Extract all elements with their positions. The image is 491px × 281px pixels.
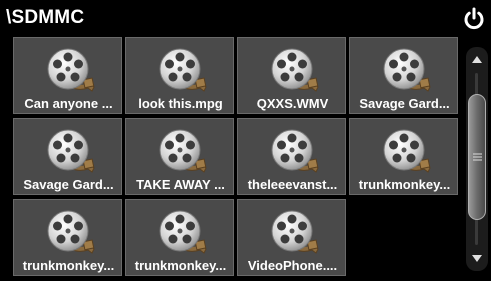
file-tile[interactable]: Savage Gard... xyxy=(349,37,458,114)
film-reel-icon xyxy=(44,127,96,175)
arrow-up-icon xyxy=(472,56,482,63)
file-name-label: QXXS.WMV xyxy=(256,96,329,111)
folder-path-title: \SDMMC xyxy=(6,7,85,28)
scroll-up-button[interactable] xyxy=(466,49,488,71)
scroll-thumb[interactable] xyxy=(468,93,486,220)
file-name-label: TAKE AWAY ... xyxy=(136,177,225,192)
file-browser-screen: \SDMMC Can anyone ... look this.mpg QXXS… xyxy=(0,0,491,281)
file-name-label: Can anyone ... xyxy=(24,96,113,111)
file-tile[interactable]: theleeevanst... xyxy=(237,118,346,195)
file-name-label: theleeevanst... xyxy=(247,177,338,192)
power-icon xyxy=(464,7,484,30)
file-tile[interactable]: trunkmonkey... xyxy=(13,199,122,276)
file-tile[interactable]: VideoPhone.... xyxy=(237,199,346,276)
film-reel-icon xyxy=(380,127,432,175)
film-reel-icon xyxy=(268,46,320,94)
vertical-scrollbar[interactable] xyxy=(466,47,488,271)
file-name-label: trunkmonkey... xyxy=(22,258,115,273)
arrow-down-icon xyxy=(472,255,482,262)
file-name-label: VideoPhone.... xyxy=(247,258,338,273)
grip-icon xyxy=(473,153,482,161)
power-button[interactable] xyxy=(461,6,487,32)
file-tile[interactable]: QXXS.WMV xyxy=(237,37,346,114)
film-reel-icon xyxy=(380,46,432,94)
title-bar: \SDMMC xyxy=(0,0,491,37)
film-reel-icon xyxy=(268,127,320,175)
file-tile[interactable]: TAKE AWAY ... xyxy=(125,118,234,195)
film-reel-icon xyxy=(268,208,320,256)
file-name-label: Savage Gard... xyxy=(359,96,450,111)
film-reel-icon xyxy=(44,46,96,94)
file-tile[interactable]: look this.mpg xyxy=(125,37,234,114)
file-name-label: look this.mpg xyxy=(138,96,223,111)
file-grid: Can anyone ... look this.mpg QXXS.WMV Sa… xyxy=(13,37,463,281)
file-name-label: trunkmonkey... xyxy=(134,258,227,273)
file-tile[interactable]: trunkmonkey... xyxy=(349,118,458,195)
film-reel-icon xyxy=(156,208,208,256)
film-reel-icon xyxy=(44,208,96,256)
file-tile[interactable]: trunkmonkey... xyxy=(125,199,234,276)
file-tile[interactable]: Savage Gard... xyxy=(13,118,122,195)
film-reel-icon xyxy=(156,127,208,175)
file-name-label: trunkmonkey... xyxy=(358,177,451,192)
file-name-label: Savage Gard... xyxy=(23,177,114,192)
scroll-down-button[interactable] xyxy=(466,247,488,269)
film-reel-icon xyxy=(156,46,208,94)
file-tile[interactable]: Can anyone ... xyxy=(13,37,122,114)
